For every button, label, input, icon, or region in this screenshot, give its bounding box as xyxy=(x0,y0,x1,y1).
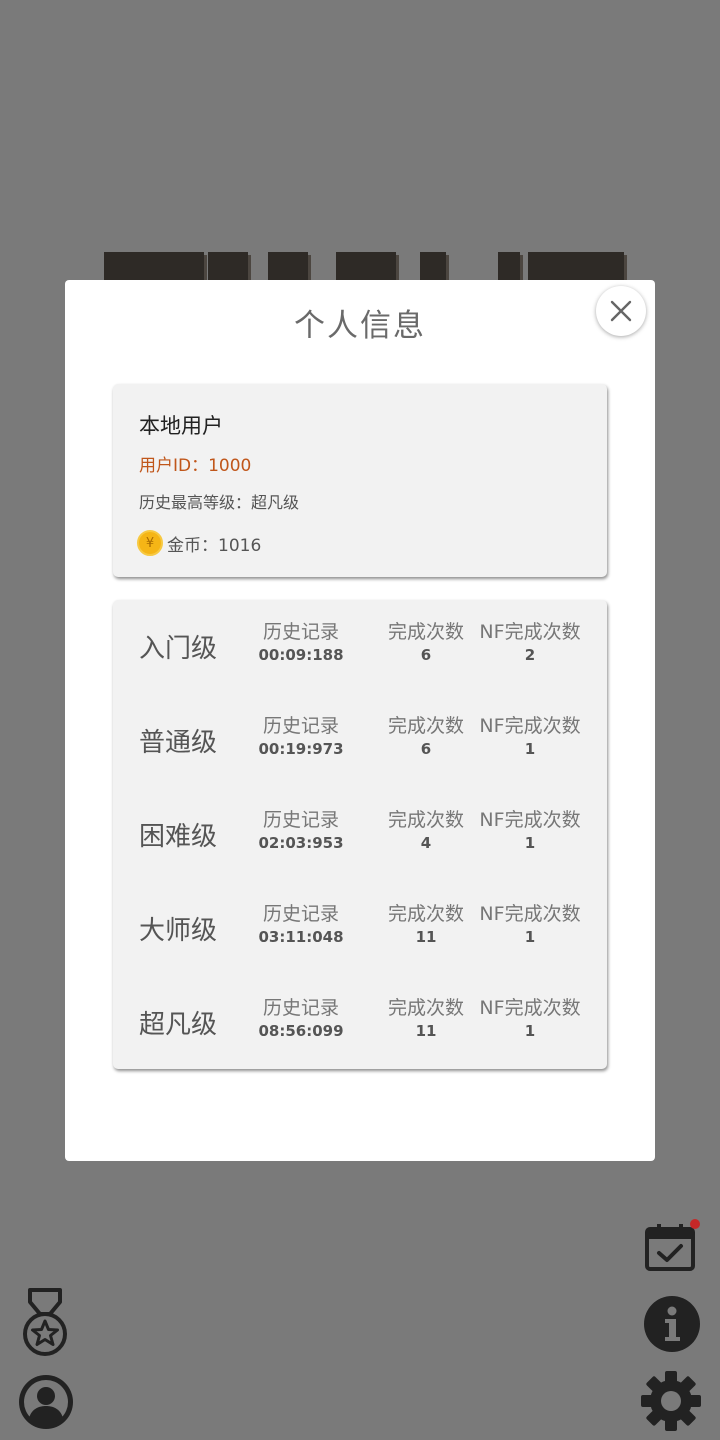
stat-nf-completions: NF完成次数 1 xyxy=(475,994,585,1040)
calendar-check-icon xyxy=(645,1224,695,1271)
profile-button[interactable] xyxy=(16,1372,76,1432)
stat-row: 入门级 历史记录 00:09:188 完成次数 6 NF完成次数 2 xyxy=(113,600,607,694)
record-value: 02:03:953 xyxy=(258,834,344,852)
record-label: 历史记录 xyxy=(262,715,339,737)
background-game-title xyxy=(100,252,630,282)
medal-icon xyxy=(23,1288,67,1356)
user-info-card: 本地用户 用户ID：1000 历史最高等级：超凡级 ¥ 金币：1016 xyxy=(113,384,607,577)
record-value: 00:09:188 xyxy=(258,646,344,664)
stat-level-name: 困难级 xyxy=(139,822,218,852)
info-button[interactable] xyxy=(643,1295,701,1353)
completions-label: 完成次数 xyxy=(387,715,464,737)
completions-label: 完成次数 xyxy=(387,621,464,643)
nf-completions-label: NF完成次数 xyxy=(479,903,581,925)
stat-nf-completions: NF完成次数 1 xyxy=(475,806,585,852)
nf-completions-label: NF完成次数 xyxy=(479,715,581,737)
completions-value: 6 xyxy=(420,646,432,664)
stat-record: 历史记录 00:19:973 xyxy=(246,712,356,758)
completions-value: 6 xyxy=(420,740,432,758)
completions-value: 4 xyxy=(420,834,432,852)
completions-label: 完成次数 xyxy=(387,997,464,1019)
stat-completions: 完成次数 6 xyxy=(371,618,481,664)
screen: 个人信息 本地用户 用户ID：1000 历史最高等级：超凡级 ¥ 金币：1016… xyxy=(0,0,720,1440)
record-label: 历史记录 xyxy=(262,903,339,925)
coin-balance: ¥ 金币：1016 xyxy=(137,530,261,556)
stat-completions: 完成次数 6 xyxy=(371,712,481,758)
stat-record: 历史记录 03:11:048 xyxy=(246,900,356,946)
completions-label: 完成次数 xyxy=(387,809,464,831)
coin-icon: ¥ xyxy=(137,530,163,556)
gear-icon xyxy=(641,1371,701,1431)
stat-nf-completions: NF完成次数 1 xyxy=(475,712,585,758)
achievements-button[interactable] xyxy=(20,1288,70,1358)
nf-completions-value: 1 xyxy=(524,834,536,852)
record-label: 历史记录 xyxy=(262,621,339,643)
daily-checkin-button[interactable] xyxy=(644,1219,700,1272)
stat-record: 历史记录 02:03:953 xyxy=(246,806,356,852)
nf-completions-label: NF完成次数 xyxy=(479,621,581,643)
stat-nf-completions: NF完成次数 1 xyxy=(475,900,585,946)
stat-row: 困难级 历史记录 02:03:953 完成次数 4 NF完成次数 1 xyxy=(113,788,607,882)
coin-text: 金币：1016 xyxy=(167,535,262,556)
stat-level-name: 入门级 xyxy=(139,634,218,664)
stat-record: 历史记录 00:09:188 xyxy=(246,618,356,664)
stat-row: 超凡级 历史记录 08:56:099 完成次数 11 NF完成次数 1 xyxy=(113,976,607,1070)
completions-label: 完成次数 xyxy=(387,903,464,925)
stat-level-name: 大师级 xyxy=(139,916,218,946)
close-icon xyxy=(610,300,632,322)
nf-completions-value: 2 xyxy=(524,646,536,664)
record-value: 08:56:099 xyxy=(258,1022,344,1040)
info-icon xyxy=(644,1296,700,1352)
stats-card: 入门级 历史记录 00:09:188 完成次数 6 NF完成次数 2 普通级 历… xyxy=(113,600,607,1069)
stat-record: 历史记录 08:56:099 xyxy=(246,994,356,1040)
notification-dot xyxy=(690,1219,700,1229)
stat-completions: 完成次数 11 xyxy=(371,994,481,1040)
completions-value: 11 xyxy=(415,1022,437,1040)
record-label: 历史记录 xyxy=(262,997,339,1019)
highest-level: 历史最高等级：超凡级 xyxy=(139,493,300,512)
stat-nf-completions: NF完成次数 2 xyxy=(475,618,585,664)
nf-completions-label: NF完成次数 xyxy=(479,809,581,831)
stat-row: 普通级 历史记录 00:19:973 完成次数 6 NF完成次数 1 xyxy=(113,694,607,788)
completions-value: 11 xyxy=(415,928,437,946)
user-name: 本地用户 xyxy=(139,414,223,438)
close-button[interactable] xyxy=(596,286,646,336)
stat-level-name: 超凡级 xyxy=(139,1010,218,1040)
modal-title: 个人信息 xyxy=(294,308,426,344)
record-value: 00:19:973 xyxy=(258,740,344,758)
profile-icon xyxy=(19,1375,73,1429)
settings-button[interactable] xyxy=(640,1370,702,1432)
nf-completions-value: 1 xyxy=(524,928,536,946)
stat-level-name: 普通级 xyxy=(139,728,218,758)
stat-completions: 完成次数 11 xyxy=(371,900,481,946)
nf-completions-label: NF完成次数 xyxy=(479,997,581,1019)
stat-completions: 完成次数 4 xyxy=(371,806,481,852)
record-label: 历史记录 xyxy=(262,809,339,831)
nf-completions-value: 1 xyxy=(524,740,536,758)
stat-row: 大师级 历史记录 03:11:048 完成次数 11 NF完成次数 1 xyxy=(113,882,607,976)
nf-completions-value: 1 xyxy=(524,1022,536,1040)
record-value: 03:11:048 xyxy=(258,928,344,946)
user-id: 用户ID：1000 xyxy=(139,456,252,476)
